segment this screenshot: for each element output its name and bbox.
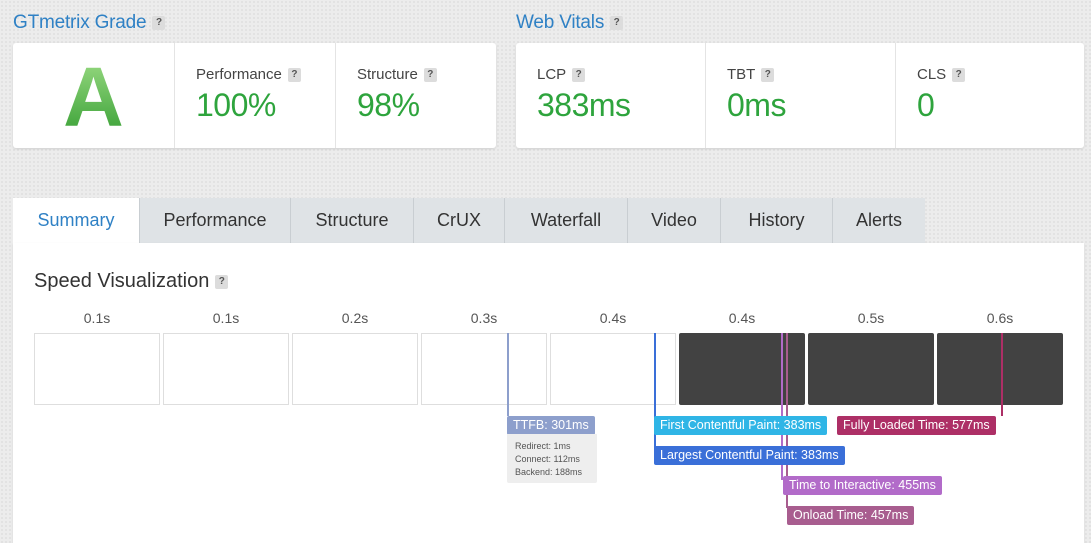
grade-card: A Performance? 100% Structure? 98% bbox=[13, 43, 496, 148]
tab-crux[interactable]: CrUX bbox=[413, 198, 504, 243]
ttfb-line bbox=[507, 333, 509, 416]
help-icon[interactable]: ? bbox=[761, 68, 775, 83]
time-tick: 0.1s bbox=[83, 310, 111, 326]
time-tick: 0.3s bbox=[470, 310, 498, 326]
fully-loaded-line bbox=[1001, 333, 1003, 416]
filmstrip-frame[interactable] bbox=[808, 333, 934, 405]
time-tick: 0.5s bbox=[857, 310, 885, 326]
grade-cell: A bbox=[13, 43, 174, 148]
tab-summary[interactable]: Summary bbox=[13, 198, 139, 243]
cls-metric: CLS? 0 bbox=[895, 43, 1084, 148]
filmstrip-frame[interactable] bbox=[292, 333, 418, 405]
tab-video[interactable]: Video bbox=[627, 198, 720, 243]
help-icon[interactable]: ? bbox=[952, 68, 966, 83]
lcp-marker[interactable]: Largest Contentful Paint: 383ms bbox=[654, 446, 845, 465]
speed-visualization-title: Speed Visualization? bbox=[34, 270, 229, 293]
tab-waterfall[interactable]: Waterfall bbox=[504, 198, 627, 243]
lcp-value: 383ms bbox=[537, 87, 631, 123]
filmstrip-frame[interactable] bbox=[550, 333, 676, 405]
ttfb-marker[interactable]: TTFB: 301ms bbox=[507, 416, 595, 435]
gtmetrix-grade-title: GTmetrix Grade? bbox=[13, 12, 166, 34]
performance-metric: Performance? 100% bbox=[174, 43, 335, 148]
filmstrip-frame[interactable] bbox=[421, 333, 547, 405]
tab-alerts[interactable]: Alerts bbox=[832, 198, 925, 243]
time-tick: 0.6s bbox=[986, 310, 1014, 326]
tbt-value: 0ms bbox=[727, 87, 786, 123]
time-tick: 0.1s bbox=[212, 310, 240, 326]
time-tick: 0.2s bbox=[341, 310, 369, 326]
time-tick: 0.4s bbox=[599, 310, 627, 326]
structure-value: 98% bbox=[357, 87, 420, 123]
help-icon[interactable]: ? bbox=[423, 68, 437, 83]
fcp-marker[interactable]: First Contentful Paint: 383ms bbox=[654, 416, 828, 435]
tab-history[interactable]: History bbox=[720, 198, 832, 243]
help-icon[interactable]: ? bbox=[215, 274, 229, 289]
help-icon[interactable]: ? bbox=[152, 15, 166, 30]
help-icon[interactable]: ? bbox=[572, 68, 586, 83]
report-tabs: Summary Performance Structure CrUX Water… bbox=[13, 198, 925, 243]
fully-loaded-marker[interactable]: Fully Loaded Time: 577ms bbox=[837, 416, 996, 435]
web-vitals-card: LCP? 383ms TBT? 0ms CLS? 0 bbox=[516, 43, 1084, 148]
help-icon[interactable]: ? bbox=[287, 68, 301, 83]
tab-performance[interactable]: Performance bbox=[139, 198, 290, 243]
structure-metric: Structure? 98% bbox=[335, 43, 496, 148]
ttfb-breakdown: Redirect: 1ms Connect: 112ms Backend: 18… bbox=[507, 434, 597, 483]
tti-marker[interactable]: Time to Interactive: 455ms bbox=[783, 476, 942, 495]
lcp-metric: LCP? 383ms bbox=[537, 66, 631, 123]
performance-value: 100% bbox=[196, 87, 276, 123]
tbt-metric: TBT? 0ms bbox=[705, 43, 895, 148]
filmstrip-frame[interactable] bbox=[163, 333, 289, 405]
grade-letter: A bbox=[13, 49, 174, 145]
help-icon[interactable]: ? bbox=[610, 15, 624, 30]
filmstrip-frame[interactable] bbox=[937, 333, 1063, 405]
time-tick: 0.4s bbox=[728, 310, 756, 326]
filmstrip-frame[interactable] bbox=[34, 333, 160, 405]
onload-marker[interactable]: Onload Time: 457ms bbox=[787, 506, 915, 525]
web-vitals-title: Web Vitals? bbox=[516, 12, 624, 34]
cls-value: 0 bbox=[917, 87, 935, 123]
tab-structure[interactable]: Structure bbox=[290, 198, 413, 243]
fcp-lcp-line bbox=[654, 333, 656, 457]
